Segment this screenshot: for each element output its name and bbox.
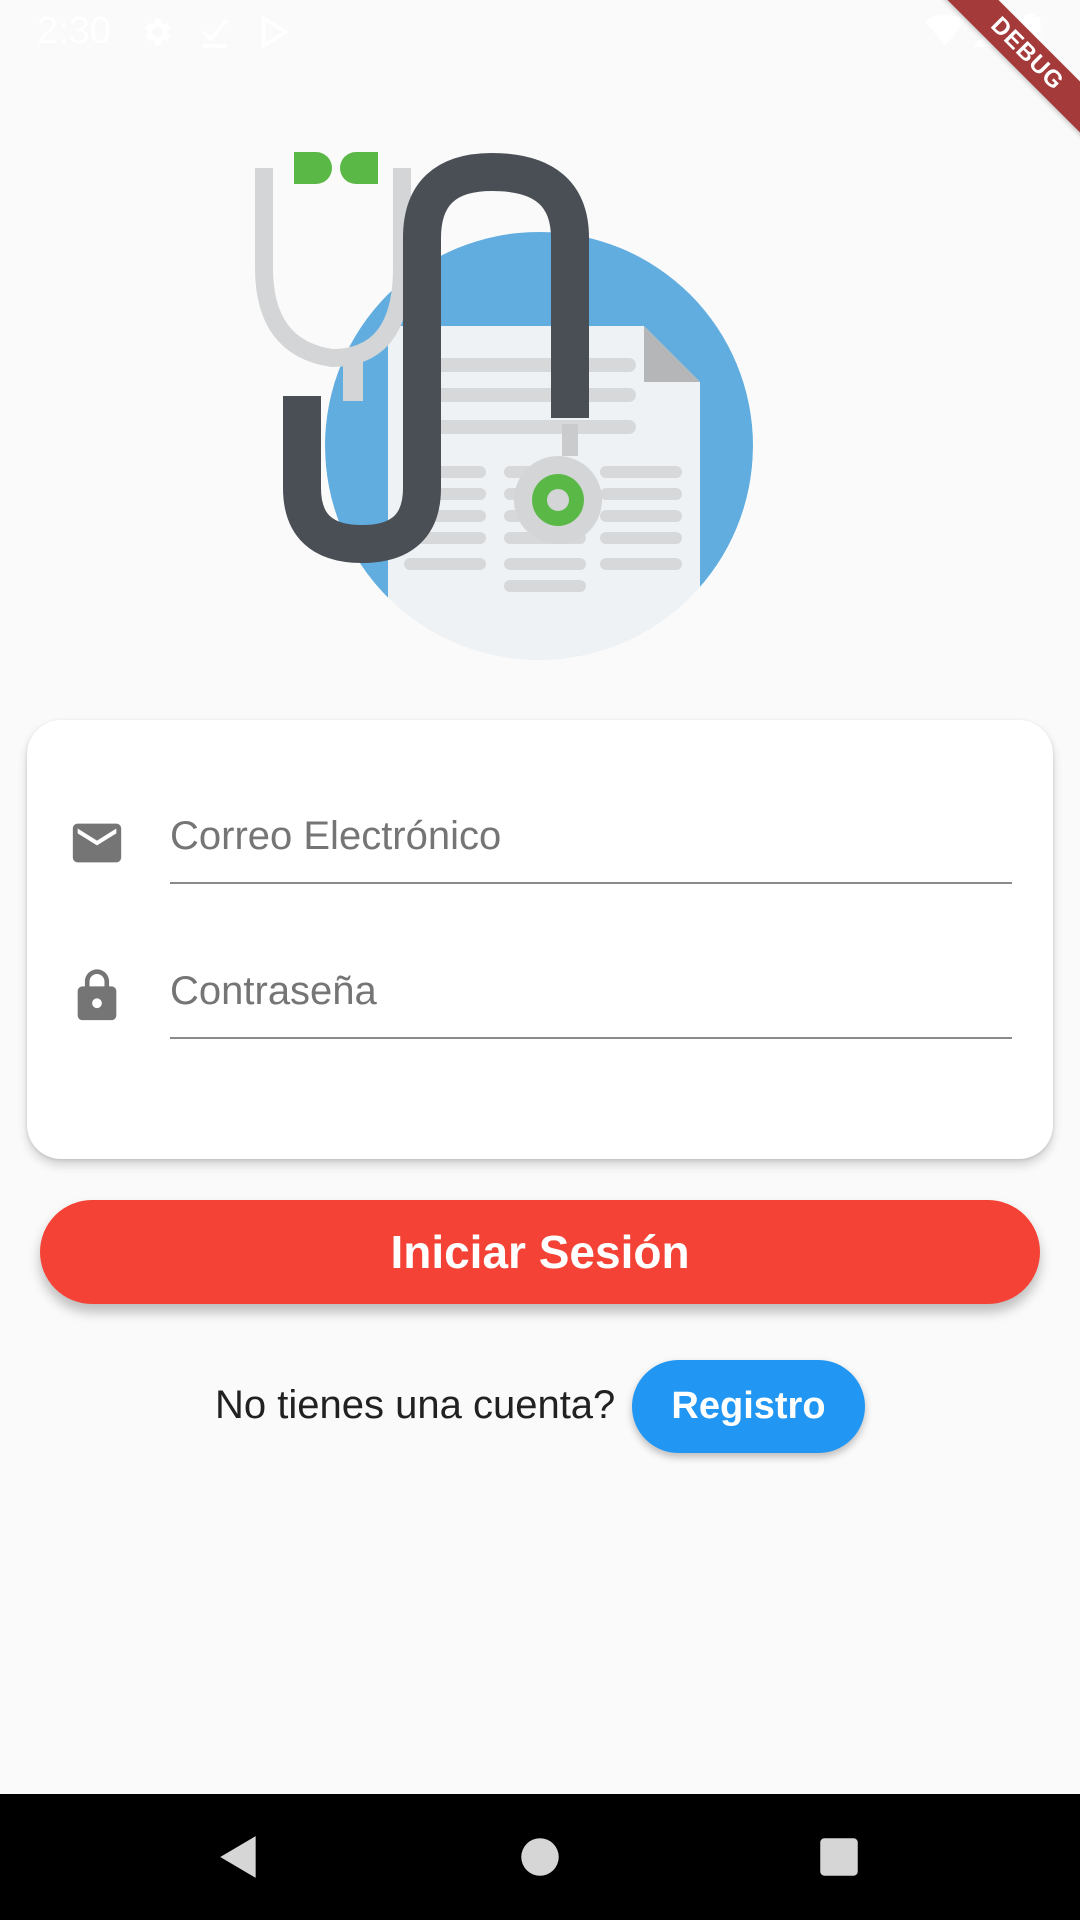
stethoscope-document-logo-icon [255,152,753,660]
status-time: 2:30 [37,10,111,52]
play-store-icon [261,16,288,48]
navigation-bar [0,1794,1080,1920]
settings-icon [144,18,171,46]
lock-icon [77,969,117,1021]
mail-icon [72,823,122,863]
back-icon[interactable] [214,1832,264,1882]
login-card [27,720,1053,1159]
status-bar: 2:30 [0,0,1080,63]
password-underline [170,1037,1012,1039]
login-button[interactable]: Iniciar Sesión [40,1200,1040,1304]
wifi-icon [925,14,965,47]
email-field[interactable] [170,796,1010,876]
password-field[interactable] [170,951,1010,1031]
home-icon[interactable] [515,1832,565,1882]
email-field-row [27,770,1053,900]
register-prompt: No tienes una cuenta? [215,1383,616,1427]
download-done-icon [201,18,229,48]
password-field-row [27,925,1053,1055]
recents-icon[interactable] [814,1832,864,1882]
email-underline [170,882,1012,884]
app-logo [252,148,762,660]
register-button[interactable]: Registro [632,1360,865,1453]
